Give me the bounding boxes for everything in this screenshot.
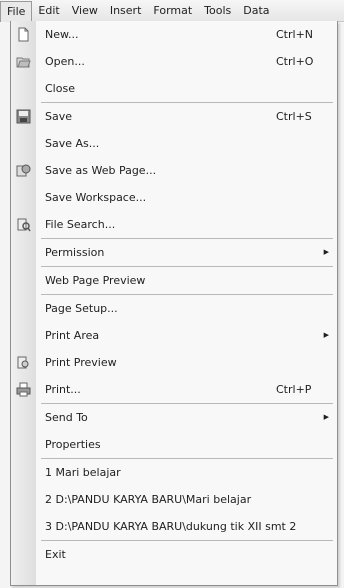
menu-item-label: Open...: [45, 55, 85, 68]
save-web-page-icon: [16, 164, 31, 177]
submenu-arrow-icon: ▶: [323, 331, 329, 339]
menu-item-label: Print...: [45, 383, 81, 396]
menu-item-file-search[interactable]: File Search...: [11, 211, 337, 238]
menu-item-label: 2 D:\PANDU KARYA BARU\Mari belajar: [45, 493, 252, 506]
menu-item-web-page-preview[interactable]: Web Page Preview: [11, 267, 337, 294]
menu-item-label: 3 D:\PANDU KARYA BARU\dukung tik XII smt…: [45, 520, 297, 533]
menu-edit[interactable]: Edit: [32, 0, 65, 21]
print-preview-icon: [17, 356, 29, 369]
menu-item-exit[interactable]: Exit: [11, 541, 337, 568]
menu-item-label: File Search...: [45, 218, 116, 231]
menu-insert[interactable]: Insert: [104, 0, 148, 21]
menu-item-label: Page Setup...: [45, 302, 118, 315]
menu-item-print[interactable]: Print... Ctrl+P: [11, 376, 337, 403]
menu-bar: File Edit View Insert Format Tools Data: [0, 0, 344, 22]
menu-item-label: Save Workspace...: [45, 191, 147, 204]
menu-item-shortcut: Ctrl+P: [276, 383, 312, 396]
menu-data[interactable]: Data: [237, 0, 275, 21]
menu-item-recent-file-2[interactable]: 2 D:\PANDU KARYA BARU\Mari belajar: [11, 486, 337, 513]
menu-tools[interactable]: Tools: [198, 0, 237, 21]
submenu-arrow-icon: ▶: [323, 413, 329, 421]
new-document-icon: [18, 27, 29, 42]
menu-item-label: Properties: [45, 438, 101, 451]
menu-format[interactable]: Format: [147, 0, 198, 21]
file-menu-dropdown: New... Ctrl+N Open... Ctrl+O Close Save …: [10, 21, 338, 586]
menu-item-send-to[interactable]: Send To ▶: [11, 404, 337, 431]
menu-item-page-setup[interactable]: Page Setup...: [11, 295, 337, 322]
menu-item-recent-file-1[interactable]: 1 Mari belajar: [11, 459, 337, 486]
menu-file[interactable]: File: [0, 0, 33, 22]
save-disk-icon: [16, 109, 31, 124]
menu-item-save[interactable]: Save Ctrl+S: [11, 103, 337, 130]
menu-item-print-area[interactable]: Print Area ▶: [11, 322, 337, 349]
menu-item-label: Exit: [45, 548, 66, 561]
menu-item-print-preview[interactable]: Print Preview: [11, 349, 337, 376]
menu-item-label: Send To: [45, 411, 88, 424]
menu-item-save-as[interactable]: Save As...: [11, 130, 337, 157]
menu-item-recent-file-3[interactable]: 3 D:\PANDU KARYA BARU\dukung tik XII smt…: [11, 513, 337, 540]
menu-item-label: Save As...: [45, 137, 100, 150]
menu-item-shortcut: Ctrl+O: [276, 55, 314, 68]
menu-item-permission[interactable]: Permission ▶: [11, 239, 337, 266]
menu-item-label: Save: [45, 110, 73, 123]
menu-item-label: 1 Mari belajar: [45, 466, 121, 479]
file-search-icon: [17, 218, 31, 232]
menu-item-label: New...: [45, 28, 79, 41]
menu-item-open[interactable]: Open... Ctrl+O: [11, 48, 337, 75]
menu-item-shortcut: Ctrl+S: [276, 110, 312, 123]
menu-item-label: Web Page Preview: [45, 274, 146, 287]
open-folder-icon: [16, 57, 31, 68]
menu-item-label: Close: [45, 82, 75, 95]
menu-item-label: Print Area: [45, 329, 100, 342]
menu-item-label: Permission: [45, 246, 105, 259]
menu-item-new[interactable]: New... Ctrl+N: [11, 21, 337, 48]
printer-icon: [16, 382, 31, 397]
menu-item-label: Print Preview: [45, 356, 117, 369]
menu-item-shortcut: Ctrl+N: [276, 28, 314, 41]
submenu-arrow-icon: ▶: [323, 248, 329, 256]
menu-item-save-as-web-page[interactable]: Save as Web Page...: [11, 157, 337, 184]
menu-item-properties[interactable]: Properties: [11, 431, 337, 458]
menu-item-label: Save as Web Page...: [45, 164, 157, 177]
menu-view[interactable]: View: [66, 0, 104, 21]
menu-item-save-workspace[interactable]: Save Workspace...: [11, 184, 337, 211]
menu-item-close[interactable]: Close: [11, 75, 337, 102]
